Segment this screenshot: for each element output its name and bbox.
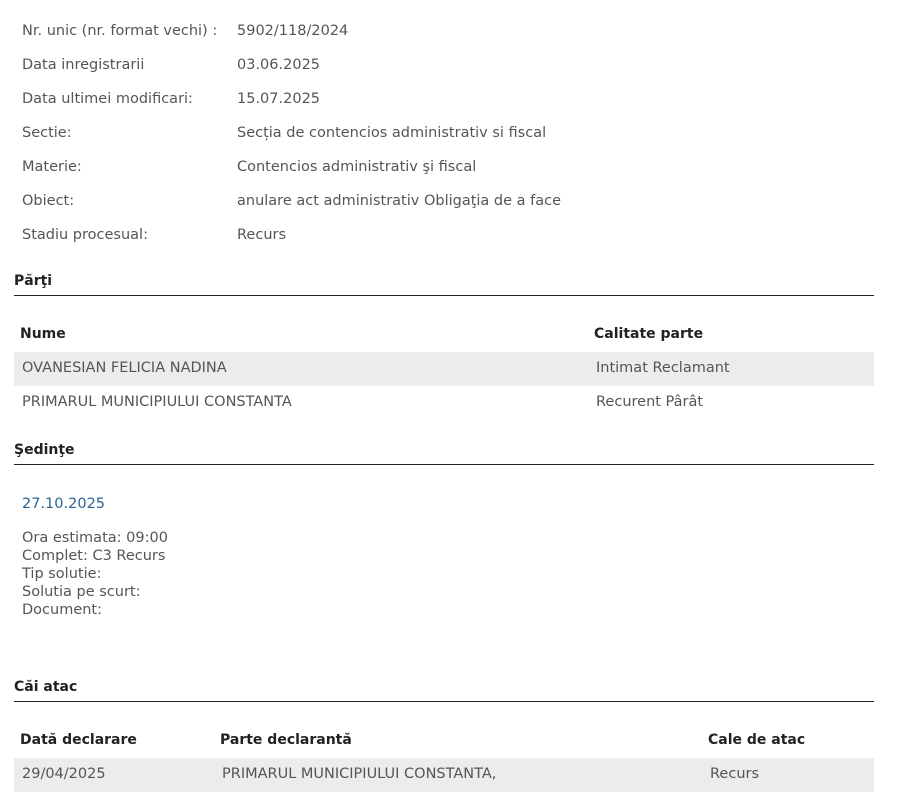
registration-date-value: 03.06.2025 xyxy=(237,57,321,73)
matter-row: Materie: Contencios administrativ şi fis… xyxy=(22,157,874,191)
case-number-row: Nr. unic (nr. format vechi) : 5902/118/2… xyxy=(22,21,874,55)
case-details-page: Nr. unic (nr. format vechi) : 5902/118/2… xyxy=(0,0,921,808)
section-value: Secția de contencios administrativ si fi… xyxy=(237,125,547,141)
hearing-solution-summary: Solutia pe scurt: xyxy=(22,584,141,600)
parties-section-title: Părţi xyxy=(14,272,874,296)
section-row: Sectie: Secția de contencios administrat… xyxy=(22,123,874,157)
hearing-document: Document: xyxy=(22,602,103,618)
column-header-name: Nume xyxy=(20,326,66,342)
hearings-section-title: Şedinţe xyxy=(14,441,874,465)
procedural-stage-row: Stadiu procesual: Recurs xyxy=(22,225,874,259)
party-name: OVANESIAN FELICIA NADINA xyxy=(22,360,227,376)
party-name: PRIMARUL MUNICIPIULUI CONSTANTA xyxy=(22,394,292,410)
hearing-details: Ora estimata: 09:00 Complet: C3 Recurs T… xyxy=(22,529,168,619)
column-header-declaration-date: Dată declarare xyxy=(20,732,137,748)
column-header-appeal-type: Cale de atac xyxy=(708,732,806,748)
hearing-panel: Complet: C3 Recurs xyxy=(22,548,166,564)
object-label: Obiect: xyxy=(22,193,75,209)
appeals-table: Dată declarare Parte declarantă Cale de … xyxy=(14,724,874,792)
case-number-label: Nr. unic (nr. format vechi) : xyxy=(22,23,218,39)
parties-table-header: Nume Calitate parte xyxy=(14,318,874,352)
column-header-declaring-party: Parte declarantă xyxy=(220,732,352,748)
party-role: Intimat Reclamant xyxy=(596,360,730,376)
object-value: anulare act administrativ Obligaţia de a… xyxy=(237,193,562,209)
table-row: OVANESIAN FELICIA NADINA Intimat Reclama… xyxy=(14,352,874,386)
appeal-date: 29/04/2025 xyxy=(22,766,106,782)
appeal-type: Recurs xyxy=(710,766,760,782)
procedural-stage-value: Recurs xyxy=(237,227,287,243)
registration-date-label: Data inregistrarii xyxy=(22,57,145,73)
appeal-party: PRIMARUL MUNICIPIULUI CONSTANTA, xyxy=(222,766,497,782)
appeals-table-header: Dată declarare Parte declarantă Cale de … xyxy=(14,724,874,758)
section-label: Sectie: xyxy=(22,125,72,141)
matter-label: Materie: xyxy=(22,159,82,175)
appeals-section-title: Căi atac xyxy=(14,678,874,702)
matter-value: Contencios administrativ şi fiscal xyxy=(237,159,477,175)
last-modified-row: Data ultimei modificari: 15.07.2025 xyxy=(22,89,874,123)
last-modified-label: Data ultimei modificari: xyxy=(22,91,193,107)
parties-table: Nume Calitate parte OVANESIAN FELICIA NA… xyxy=(14,318,874,420)
registration-date-row: Data inregistrarii 03.06.2025 xyxy=(22,55,874,89)
table-row: 29/04/2025 PRIMARUL MUNICIPIULUI CONSTAN… xyxy=(14,758,874,792)
hearing-solution-type: Tip solutie: xyxy=(22,566,102,582)
last-modified-value: 15.07.2025 xyxy=(237,91,321,107)
party-role: Recurent Pârât xyxy=(596,394,704,410)
column-header-role: Calitate parte xyxy=(594,326,704,342)
hearing-estimated-time: Ora estimata: 09:00 xyxy=(22,530,168,546)
table-row: PRIMARUL MUNICIPIULUI CONSTANTA Recurent… xyxy=(14,386,874,420)
procedural-stage-label: Stadiu procesual: xyxy=(22,227,148,243)
object-row: Obiect: anulare act administrativ Obliga… xyxy=(22,191,874,225)
hearing-date-link[interactable]: 27.10.2025 xyxy=(22,494,105,514)
case-number-value: 5902/118/2024 xyxy=(237,23,349,39)
